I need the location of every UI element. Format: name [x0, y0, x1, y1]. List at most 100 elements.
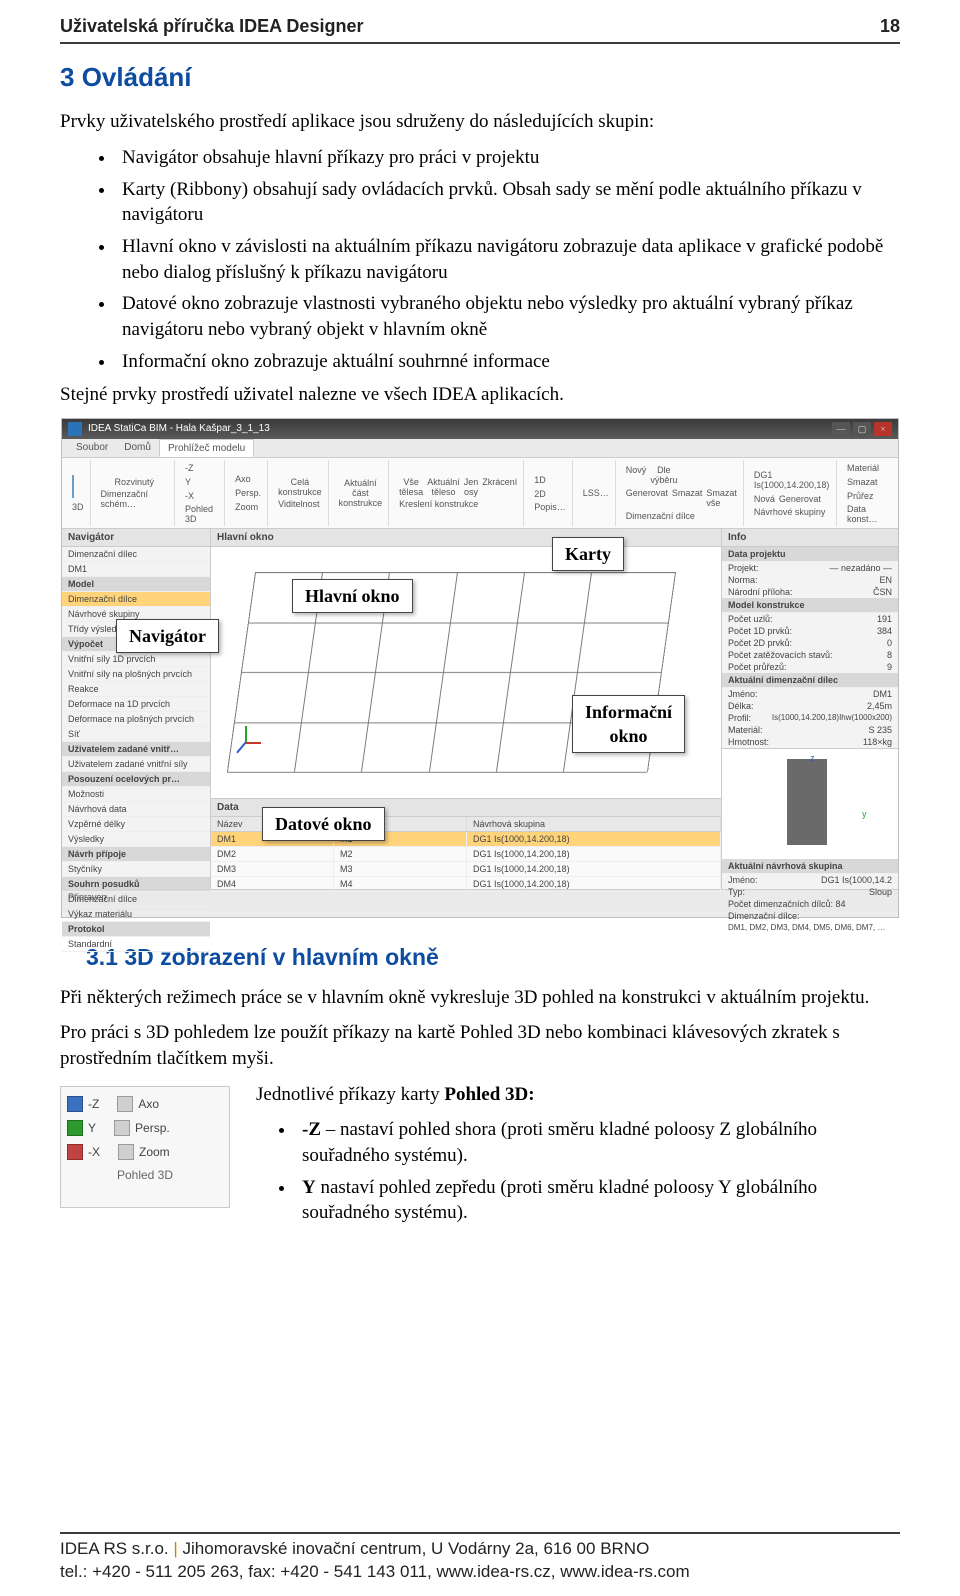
3d-canvas[interactable]: [211, 547, 721, 798]
nav-item[interactable]: Návrhová data: [62, 802, 210, 817]
nav-item[interactable]: Styčníky: [62, 862, 210, 877]
btn-dle-vyberu[interactable]: Dle výběru: [650, 465, 677, 485]
lbl: -X: [88, 1145, 100, 1159]
nav-group-header[interactable]: Posouzení ocelových pr…: [62, 772, 210, 787]
list-item: Hlavní okno v závislosti na aktuálním př…: [116, 234, 900, 285]
nav-item[interactable]: Možnosti: [62, 787, 210, 802]
lbl: Persp.: [135, 1121, 170, 1135]
axis-z[interactable]: -Z: [185, 462, 218, 474]
tab-prohlicec[interactable]: Prohlížeč modelu: [159, 439, 254, 457]
kv-value: 384: [877, 626, 892, 636]
btn-prurez[interactable]: Průřez: [847, 490, 888, 502]
kv-label: Materiál:: [728, 725, 763, 735]
nav-item[interactable]: Výsledky: [62, 832, 210, 847]
btn-cela[interactable]: Celá konstrukce: [278, 477, 322, 497]
btn-3d[interactable]: 3D: [72, 502, 84, 512]
axis-x[interactable]: -X: [185, 490, 218, 502]
nav-group-header[interactable]: Uživatelem zadané vnitř…: [62, 742, 210, 757]
btn-smazat-vse[interactable]: Smazat vše: [706, 487, 737, 509]
nav-combo[interactable]: DM1: [62, 562, 210, 577]
btn-nova[interactable]: Nová: [754, 493, 775, 505]
nav-item[interactable]: Deformace na 1D prvcích: [62, 697, 210, 712]
btn-smazat[interactable]: Smazat: [672, 487, 703, 509]
table-row[interactable]: DM2 M2 DG1 Is(1000,14.200,18): [211, 847, 721, 862]
nav-group-header[interactable]: Souhrn posudků: [62, 877, 210, 892]
tab-soubor[interactable]: Soubor: [68, 439, 116, 457]
footer-company: IDEA RS s.r.o.: [60, 1539, 173, 1558]
nav-item[interactable]: Vnitřní síly na plošných prvcích: [62, 667, 210, 682]
section-preview: y z: [722, 748, 898, 859]
btn-generovat[interactable]: Generovat: [626, 487, 668, 509]
nav-item-selected[interactable]: Dimenzační dílce: [62, 592, 210, 607]
btn-1d[interactable]: 1D: [534, 474, 566, 486]
save-icon[interactable]: [68, 422, 82, 436]
z-icon[interactable]: [67, 1096, 83, 1112]
callout-informacni: Informační okno: [572, 695, 685, 754]
ribbon-group-popis: 1D 2D Popis…: [528, 460, 573, 526]
ribbon-group-navskup: DG1 Is(1000,14.200,18) Nová Generovat Ná…: [748, 460, 837, 526]
group-label: Dimenzační schém…: [101, 489, 168, 509]
btn-novy[interactable]: Nový: [626, 465, 647, 485]
btn-jen-osy[interactable]: Jen osy: [464, 477, 479, 497]
btn-zkraceni[interactable]: Zkrácení: [482, 477, 517, 497]
nav-item[interactable]: Deformace na plošných prvcích: [62, 712, 210, 727]
feature-list: Navigátor obsahuje hlavní příkazy pro pr…: [116, 145, 900, 374]
kv-label: Počet dimenzačních dílců: 84: [728, 899, 846, 909]
cmds-intro-bold: Pohled 3D:: [444, 1084, 534, 1105]
maximize-button[interactable]: ▢: [853, 422, 871, 436]
lbl: -Z: [88, 1097, 99, 1111]
nav-item[interactable]: Uživatelem zadané vnitřní síly: [62, 757, 210, 772]
info-header: Data projektu: [722, 547, 898, 562]
nav-item[interactable]: Vzpěrné délky: [62, 817, 210, 832]
axis-gizmo: [227, 720, 263, 756]
minimize-button[interactable]: —: [832, 422, 850, 436]
nav-item[interactable]: Vnitřní síly 1D prvcích: [62, 652, 210, 667]
nav-group-header[interactable]: Protokol: [62, 922, 210, 937]
zoom-icon[interactable]: [118, 1144, 134, 1160]
axo-icon[interactable]: [117, 1096, 133, 1112]
dg-dropdown[interactable]: DG1 Is(1000,14.200,18): [754, 469, 830, 491]
btn-smazat2[interactable]: Smazat: [847, 476, 888, 488]
palette-caption: Pohled 3D: [67, 1164, 223, 1182]
app-screenshot: IDEA StatiCa BIM - Hala Kašpar_3_1_13 — …: [61, 418, 899, 918]
cell: M3: [334, 862, 467, 876]
close-button[interactable]: ×: [874, 422, 892, 436]
kv-value: 2,45m: [867, 701, 892, 711]
btn-vse[interactable]: Vše tělesa: [399, 477, 423, 497]
x-icon[interactable]: [67, 1144, 83, 1160]
axis-label-y: y: [862, 809, 867, 819]
nav-group-header[interactable]: Návrh přípoje: [62, 847, 210, 862]
axis-persp[interactable]: Persp.: [235, 487, 261, 499]
table-row[interactable]: DM4 M4 DG1 Is(1000,14.200,18): [211, 877, 721, 892]
list-item: Datové okno zobrazuje vlastnosti vybrané…: [116, 291, 900, 342]
nav-group-header[interactable]: Model: [62, 577, 210, 592]
btn-akt-teleso[interactable]: Aktuální těleso: [427, 477, 460, 497]
btn-generovat2[interactable]: Generovat: [779, 493, 821, 505]
btn-rozvinuty[interactable]: Rozvinutý: [101, 477, 168, 487]
btn-aktual[interactable]: Aktuální část konstrukce: [339, 478, 383, 508]
nav-item[interactable]: Standardní: [62, 937, 210, 952]
persp-icon[interactable]: [114, 1120, 130, 1136]
kv-value: 9: [887, 662, 892, 672]
section-heading: 3 Ovládání: [60, 60, 900, 95]
axis-y[interactable]: Y: [185, 476, 218, 488]
kv-value: Is(1000,14.200,18)Ihw(1000x200): [772, 713, 892, 723]
ribbon-group-kresleni: Vše tělesa Aktuální těleso Jen osy Zkrác…: [393, 460, 524, 526]
cell: DG1 Is(1000,14.200,18): [467, 832, 721, 846]
nav-item[interactable]: Síť: [62, 727, 210, 742]
y-icon[interactable]: [67, 1120, 83, 1136]
table-row[interactable]: DM3 M3 DG1 Is(1000,14.200,18): [211, 862, 721, 877]
btn-material[interactable]: Materiál: [847, 462, 888, 474]
col-header[interactable]: Návrhová skupina: [467, 817, 721, 831]
nav-item[interactable]: Reakce: [62, 682, 210, 697]
nav-item[interactable]: Výkaz materiálu: [62, 907, 210, 922]
axis-axo[interactable]: Axo: [235, 473, 261, 485]
section-num: 3: [60, 62, 74, 92]
axis-zoom[interactable]: Zoom: [235, 501, 261, 513]
tab-domu[interactable]: Domů: [116, 439, 159, 457]
navigator-panel: Navigátor Dimenzační dílec DM1 Model Dim…: [62, 529, 211, 889]
navigator-title: Navigátor: [62, 529, 210, 547]
cube-icon[interactable]: [72, 475, 74, 498]
btn-2d[interactable]: 2D: [534, 488, 566, 500]
main-title: Hlavní okno: [211, 529, 721, 547]
